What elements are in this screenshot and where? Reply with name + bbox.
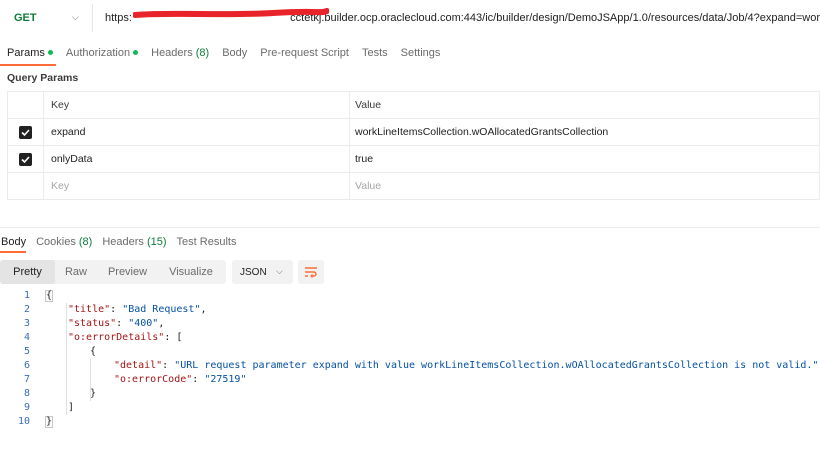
tab-cookies[interactable]: Cookies (8) (36, 236, 92, 248)
url-prefix: https: (105, 12, 132, 24)
tab-response-headers[interactable]: Headers (15) (102, 236, 166, 248)
table-row: onlyData true (7, 145, 820, 173)
param-key-cell[interactable]: expand (43, 118, 350, 146)
view-mode-group: Pretty Raw Preview Visualize (0, 260, 226, 284)
table-row: expand workLineItemsCollection.wOAllocat… (7, 118, 820, 146)
param-value-cell[interactable]: workLineItemsCollection.wOAllocatedGrant… (349, 118, 820, 146)
format-select[interactable]: JSON ⌵ (232, 260, 293, 284)
method-label: GET (14, 12, 37, 24)
tab-tests[interactable]: Tests (362, 47, 388, 59)
active-tab-indicator (0, 251, 26, 253)
active-dot-icon (47, 50, 53, 55)
column-header-value: Value (349, 91, 820, 119)
tab-pre-request-script[interactable]: Pre-request Script (260, 47, 349, 59)
param-key-cell[interactable]: onlyData (43, 145, 350, 173)
new-param-value-input[interactable]: Value (349, 172, 820, 200)
redaction-mark (132, 8, 329, 20)
new-param-key-input[interactable]: Key (43, 172, 350, 200)
response-tabs: Body Cookies (8) Headers (15) Test Resul… (0, 232, 244, 252)
tab-authorization[interactable]: Authorization (66, 47, 139, 59)
wrap-lines-button[interactable] (298, 260, 324, 284)
chevron-down-icon: ⌵ (72, 12, 79, 22)
view-preview-button[interactable]: Preview (97, 260, 158, 284)
checkbox-checked-icon[interactable] (19, 152, 32, 166)
format-label: JSON (240, 266, 267, 278)
active-dot-icon (133, 50, 139, 55)
tab-settings[interactable]: Settings (401, 47, 441, 59)
query-params-title: Query Params (7, 72, 79, 84)
active-tab-indicator (0, 64, 56, 66)
view-visualize-button[interactable]: Visualize (158, 260, 224, 284)
url-input[interactable]: https: cctetkj.builder.ocp.oraclecloud.c… (93, 4, 820, 32)
view-raw-button[interactable]: Raw (55, 260, 97, 284)
wrap-lines-icon (305, 267, 317, 278)
tab-response-body[interactable]: Body (1, 236, 26, 248)
table-header-row: Key Value (7, 91, 820, 119)
url-suffix: cctetkj.builder.ocp.oraclecloud.com:443/… (290, 12, 820, 24)
checkbox-checked-icon[interactable] (19, 125, 32, 139)
tab-test-results[interactable]: Test Results (177, 236, 237, 248)
param-value-cell[interactable]: true (349, 145, 820, 173)
tab-params[interactable]: Params (7, 47, 53, 59)
table-row-empty: Key Value (7, 172, 820, 200)
view-pretty-button[interactable]: Pretty (0, 260, 55, 284)
url-bar: GET ⌵ https: cctetkj.builder.ocp.oraclec… (0, 4, 820, 32)
tab-body[interactable]: Body (222, 47, 247, 59)
method-select[interactable]: GET ⌵ (0, 4, 92, 32)
request-tabs: Params Authorization Headers (8) Body Pr… (0, 42, 446, 64)
chevron-down-icon: ⌵ (276, 266, 283, 276)
tab-headers[interactable]: Headers (8) (151, 47, 209, 59)
column-header-key: Key (43, 91, 350, 119)
indent-guide (66, 303, 67, 415)
query-params-table: Key Value expand workLineItemsCollection… (7, 91, 820, 200)
divider (0, 227, 820, 228)
